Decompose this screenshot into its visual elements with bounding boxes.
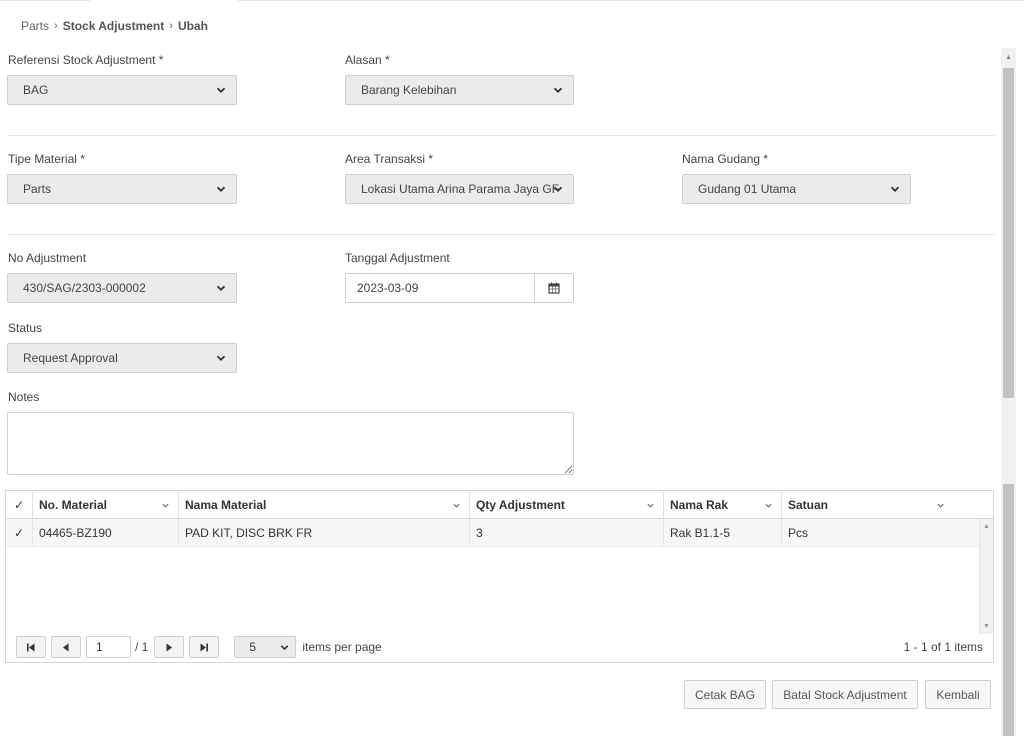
status-value: Request Approval [23,351,118,365]
tipe-material-select[interactable]: Parts [7,174,237,204]
area-transaksi-value: Lokasi Utama Arina Parama Jaya GF [361,182,560,196]
chevron-down-icon [216,186,226,192]
items-per-page-label: items per page [302,640,382,654]
column-header-label: Nama Material [185,497,267,512]
breadcrumb-current: Ubah [177,19,208,33]
scrollbar-thumb[interactable] [1003,484,1014,736]
pager-info: 1 - 1 of 1 items [903,640,983,654]
last-page-button[interactable] [189,636,220,658]
column-header-qty-adjustment[interactable]: Qty Adjustment [470,491,664,518]
breadcrumb-separator-icon: › [169,20,173,32]
first-page-button[interactable] [16,636,46,658]
grid-pager: 1 / 1 5 items per page 1 - 1 of 1 items [6,632,993,662]
area-transaksi-label: Area Transaksi * [345,152,434,166]
section-divider [8,234,995,235]
column-header-nama-material[interactable]: Nama Material [179,491,470,518]
page-scrollbar[interactable]: ▲ [1001,48,1016,736]
kembali-button[interactable]: Kembali [925,680,991,709]
column-header-nama-rak[interactable]: Nama Rak [664,491,782,518]
row-checkbox[interactable]: ✓ [6,519,33,546]
column-header-label: Nama Rak [670,497,729,512]
chevron-down-icon [216,87,226,93]
select-all-checkbox[interactable]: ✓ [6,491,33,518]
area-transaksi-select[interactable]: Lokasi Utama Arina Parama Jaya GF [345,174,574,204]
chevron-down-icon[interactable] [936,501,945,510]
tipe-material-label: Tipe Material * [8,152,85,166]
scroll-down-icon[interactable]: ▼ [983,623,990,630]
alasan-label: Alasan * [345,53,390,67]
scroll-up-icon[interactable]: ▲ [1005,54,1012,61]
last-page-icon [200,643,209,651]
chevron-down-icon [281,645,289,651]
alasan-value: Barang Kelebihan [361,83,457,97]
page-size-select[interactable]: 5 [234,636,297,658]
column-header-label: No. Material [39,497,108,512]
breadcrumb-separator-icon: › [54,20,58,32]
tanggal-value[interactable]: 2023-03-09 [346,281,534,295]
notes-textarea[interactable] [7,412,574,475]
nama-gudang-label: Nama Gudang * [682,152,769,166]
grid-scrollbar[interactable]: ▲ ▼ [979,519,993,634]
tipe-material-value: Parts [23,182,52,196]
next-page-icon [166,643,173,651]
referensi-select[interactable]: BAG [7,75,237,105]
prev-page-button[interactable] [51,636,81,658]
chevron-down-icon [216,285,226,291]
cell-no-material: 04465-BZ190 [33,519,179,546]
status-select[interactable]: Request Approval [7,343,237,373]
material-grid: ✓ No. Material Nama Material Qty Adjustm… [5,490,994,663]
cetak-bag-button[interactable]: Cetak BAG [684,680,766,709]
column-header-satuan[interactable]: Satuan [782,491,975,518]
alasan-select[interactable]: Barang Kelebihan [345,75,574,105]
page-total: / 1 [135,640,149,654]
tanggal-input[interactable]: 2023-03-09 [345,273,574,303]
calendar-icon [548,282,560,294]
chevron-down-icon [553,186,563,192]
column-header-no-material[interactable]: No. Material [33,491,179,518]
no-adjustment-value: 430/SAG/2303-000002 [23,281,146,295]
scroll-up-icon[interactable]: ▲ [983,523,990,530]
nama-gudang-value: Gudang 01 Utama [698,182,797,196]
notes-label: Notes [8,390,40,404]
form-page: Referensi Stock Adjustment * BAG Alasan … [0,48,1001,736]
prev-page-icon [63,643,69,651]
page-size-value: 5 [249,640,257,654]
chevron-down-icon[interactable] [764,501,773,510]
chevron-down-icon[interactable] [161,501,170,510]
cell-qty-adjustment[interactable]: 3 [470,519,664,546]
cell-nama-rak: Rak B1.1-5 [664,519,782,546]
calendar-button[interactable] [534,274,573,302]
breadcrumb-middle[interactable]: Stock Adjustment [63,19,165,33]
nama-gudang-select[interactable]: Gudang 01 Utama [682,174,911,204]
referensi-label: Referensi Stock Adjustment * [8,53,164,67]
cell-nama-material: PAD KIT, DISC BRK FR [179,519,470,546]
chevron-down-icon [890,186,900,192]
tanggal-label: Tanggal Adjustment [345,251,450,265]
no-adjustment-select[interactable]: 430/SAG/2303-000002 [7,273,237,303]
chevron-down-icon [216,355,226,361]
section-divider [8,135,995,136]
column-header-label: Satuan [788,497,829,512]
no-adjustment-label: No Adjustment [8,251,87,265]
cell-satuan: Pcs [788,525,809,540]
breadcrumb: Parts › Stock Adjustment › Ubah [21,19,208,33]
page-number-input[interactable]: 1 [86,636,131,658]
table-row[interactable]: ✓ 04465-BZ190 PAD KIT, DISC BRK FR 3 Rak… [6,519,979,547]
breadcrumb-root[interactable]: Parts [21,19,49,33]
next-page-button[interactable] [154,636,185,658]
chevron-down-icon [553,87,563,93]
status-label: Status [8,321,43,335]
referensi-value: BAG [23,83,49,97]
chevron-down-icon[interactable] [646,501,655,510]
first-page-icon [27,643,35,651]
active-tab-indicator [90,0,238,2]
batal-stock-adjustment-button[interactable]: Batal Stock Adjustment [772,680,918,709]
chevron-down-icon[interactable] [452,501,461,510]
scrollbar-thumb[interactable] [1003,68,1014,398]
column-header-label: Qty Adjustment [476,497,565,512]
grid-header: ✓ No. Material Nama Material Qty Adjustm… [6,491,993,519]
